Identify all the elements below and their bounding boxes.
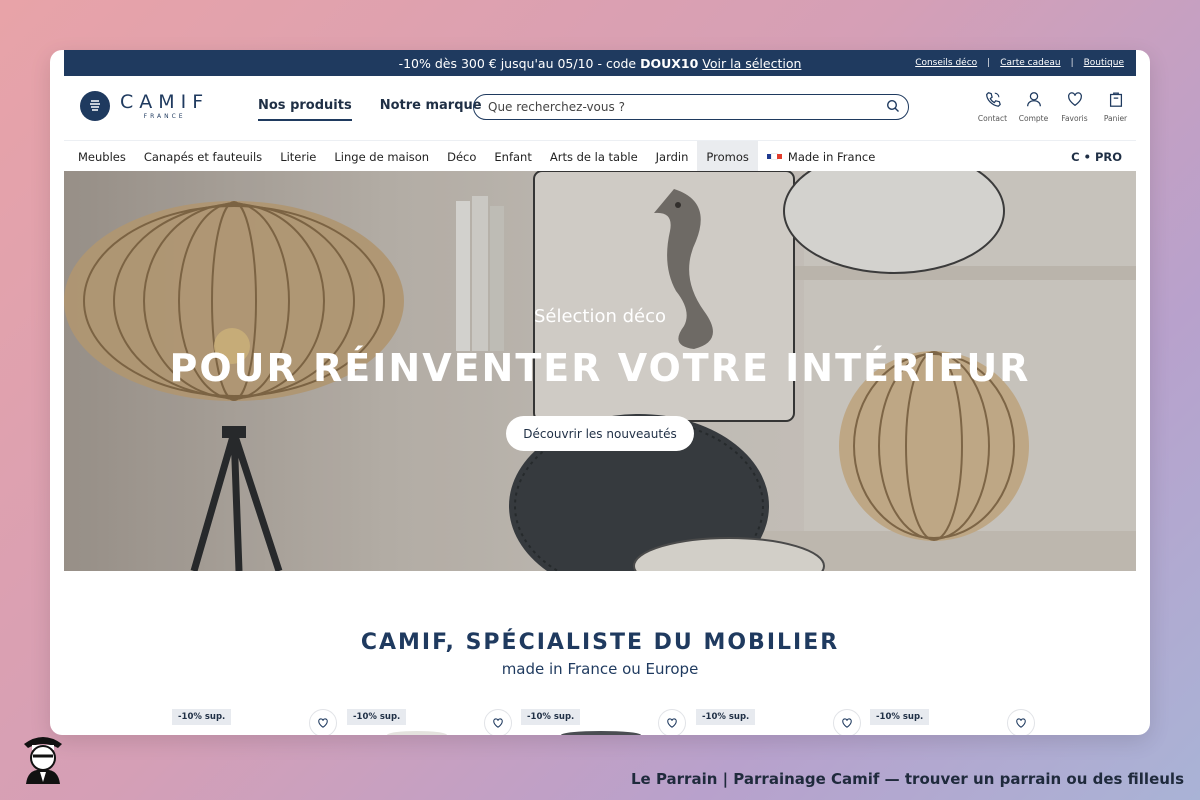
browser-page: -10% dès 300 € jusqu'au 05/10 - code DOU… [50,50,1150,735]
account-button[interactable]: Compte [1013,90,1054,123]
heart-icon [1067,92,1082,106]
utility-link-carte-cadeau[interactable]: Carte cadeau [1000,58,1060,68]
promo-text: -10% dès 300 € jusqu'au 05/10 - code [398,55,637,71]
category-linge-de-maison[interactable]: Linge de maison [325,141,438,172]
search-bar [473,94,909,120]
camif-logo[interactable]: CAMIF FRANCE [80,91,209,121]
category-meubles[interactable]: Meubles [64,141,135,172]
search-icon[interactable] [886,98,900,117]
nav-notre-marque[interactable]: Notre marque [380,98,482,121]
category-made-in-france[interactable]: Made in France [758,141,884,172]
action-label: Compte [1018,114,1049,123]
cart-button[interactable]: Panier [1095,90,1136,123]
section-subtitle: made in France ou Europe [501,660,699,678]
search-input[interactable] [486,99,886,115]
bag-icon [1109,92,1122,107]
favorite-heart-icon[interactable] [833,709,861,735]
discount-badge: -10% sup. [347,709,407,725]
category-nav: Meubles Canapés et fauteuils Literie Lin… [64,140,1136,172]
phone-icon [985,92,1001,107]
favorite-heart-icon[interactable] [658,709,686,735]
french-flag-icon [766,153,782,160]
utility-links: Conseils déco | Carte cadeau | Boutique [915,50,1124,76]
category-label: Made in France [787,149,876,164]
hero-banner: Sélection déco POUR RÉINVENTER VOTRE INT… [64,171,1136,571]
favorites-button[interactable]: Favoris [1054,90,1095,123]
action-label: Favoris [1061,114,1088,123]
promo-code: DOUX10 [640,55,699,71]
utility-link-conseils-deco[interactable]: Conseils déco [915,58,977,68]
product-image [561,731,641,735]
promo-link[interactable]: Voir la sélection [702,56,801,71]
utility-separator: | [987,58,991,68]
contact-button[interactable]: Contact [972,90,1013,123]
category-canapes-fauteuils[interactable]: Canapés et fauteuils [135,141,271,172]
logo-subtitle: FRANCE [143,112,186,120]
discount-badge: -10% sup. [172,709,232,725]
category-enfant[interactable]: Enfant [485,141,540,172]
product-card[interactable]: -10% sup. [347,709,512,735]
action-label: Contact [977,114,1008,123]
discount-badge: -10% sup. [696,709,756,725]
product-card[interactable]: -10% sup. [870,709,1035,735]
discount-badge: -10% sup. [521,709,581,725]
product-card[interactable]: -10% sup. [696,709,861,735]
section-title: CAMIF, SPÉCIALISTE DU MOBILIER [360,630,840,655]
category-arts-de-la-table[interactable]: Arts de la table [541,141,647,172]
action-label: Panier [1103,114,1128,123]
category-promos[interactable]: Promos [697,141,758,172]
utility-separator: | [1070,58,1074,68]
favorite-heart-icon[interactable] [309,709,337,735]
product-image [387,731,447,735]
product-card[interactable]: -10% sup. [521,709,686,735]
category-jardin[interactable]: Jardin [647,141,698,172]
nav-nos-produits[interactable]: Nos produits [258,98,352,121]
utility-link-boutique[interactable]: Boutique [1084,58,1124,68]
le-parrain-mascot-icon [18,728,68,788]
category-deco[interactable]: Déco [438,141,485,172]
logo-emblem-icon [80,91,110,121]
promo-bar: -10% dès 300 € jusqu'au 05/10 - code DOU… [64,50,1136,76]
main-nav: Nos produits Notre marque [258,98,482,121]
user-icon [1026,92,1041,107]
hero-title: POUR RÉINVENTER VOTRE INTÉRIEUR [169,346,1031,390]
product-card[interactable]: -10% sup. [172,709,337,735]
logo-wordmark: CAMIF [120,90,210,113]
favorite-heart-icon[interactable] [484,709,512,735]
discover-new-button[interactable]: Découvrir les nouveautés [506,416,694,451]
cpro-link[interactable]: C • PRO [1071,141,1136,172]
favorite-heart-icon[interactable] [1007,709,1035,735]
category-literie[interactable]: Literie [271,141,325,172]
header-actions: Contact Compte Favoris Panier [972,90,1136,123]
site-header: CAMIF FRANCE Nos produits Notre marque Q… [64,76,1136,140]
page-caption: Le Parrain | Parrainage Camif — trouver … [630,770,1184,788]
discount-badge: -10% sup. [870,709,930,725]
hero-kicker: Sélection déco [533,306,667,327]
